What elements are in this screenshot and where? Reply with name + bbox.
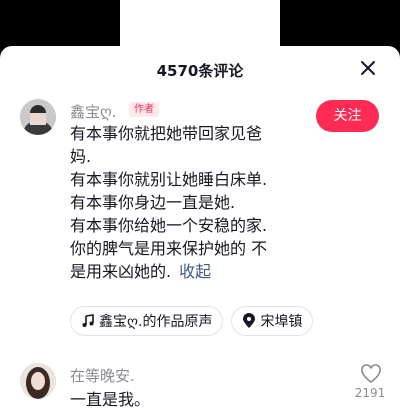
avatar[interactable] bbox=[20, 99, 56, 135]
collapse-link[interactable]: 收起 bbox=[179, 262, 211, 281]
like-count: 2191 bbox=[354, 386, 386, 400]
comment-line: 有本事你就别让她睡白床单. bbox=[70, 170, 268, 189]
comments-sheet: 4570条评论 鑫宝ღ. 作者 关注 有本事你就把她带回家见爸 妈. 有本事你就… bbox=[0, 46, 400, 409]
comment-username[interactable]: 在等晚安. bbox=[70, 365, 135, 386]
location-label: 宋埠镇 bbox=[260, 314, 303, 330]
author-badge: 作者 bbox=[129, 102, 159, 117]
original-sound-label: 鑫宝ღ.的作品原声 bbox=[99, 314, 213, 330]
comment-chips: 鑫宝ღ.的作品原声 宋埠镇 bbox=[70, 306, 314, 336]
comment-text: 有本事你就把她带回家见爸 妈. 有本事你就别让她睡白床单. 有本事你身边一直是她… bbox=[70, 122, 325, 283]
music-note-icon bbox=[82, 314, 94, 327]
avatar[interactable] bbox=[20, 363, 56, 399]
comment-text: 一直是我。 bbox=[70, 390, 151, 409]
avatar-image bbox=[20, 363, 56, 399]
close-button[interactable] bbox=[356, 56, 380, 80]
location-pin-icon bbox=[243, 313, 256, 328]
comment-line: 是用来凶她的. bbox=[70, 262, 172, 281]
comment-line-last: 是用来凶她的. 收起 bbox=[70, 260, 325, 283]
location-chip[interactable]: 宋埠镇 bbox=[231, 306, 314, 336]
avatar-image bbox=[20, 99, 56, 135]
comments-count-title: 4570条评论 bbox=[156, 62, 244, 80]
comment-line: 有本事你就把她带回家见爸 bbox=[70, 124, 263, 143]
comment-line: 有本事你给她一个安稳的家. bbox=[70, 216, 268, 235]
comment-line: 有本事你身边一直是她. bbox=[70, 193, 236, 212]
comment-username[interactable]: 鑫宝ღ. bbox=[70, 101, 117, 122]
comment-line: 你的脾气是用来保护她的 不 bbox=[70, 239, 268, 258]
close-icon bbox=[361, 61, 375, 75]
follow-button[interactable]: 关注 bbox=[316, 100, 379, 132]
original-sound-chip[interactable]: 鑫宝ღ.的作品原声 bbox=[70, 306, 224, 336]
comment-line: 妈. bbox=[70, 147, 92, 166]
heart-icon[interactable] bbox=[360, 364, 382, 384]
